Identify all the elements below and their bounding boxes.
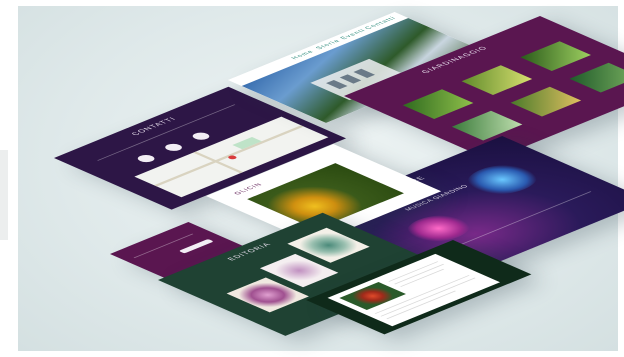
plant-photo-1: [402, 89, 474, 119]
isometric-scene: CONTATTI Home Storia Eventi Contatti GIA…: [0, 0, 624, 357]
instagram-icon[interactable]: [161, 142, 186, 153]
mini-panel-button[interactable]: [178, 238, 214, 254]
tripadvisor-icon[interactable]: [189, 131, 213, 142]
map-pin-icon: [226, 154, 239, 160]
contatti-title: CONTATTI: [130, 116, 179, 137]
plant-photo-3: [520, 41, 591, 71]
article-photo: [339, 282, 406, 311]
flower-art-2: [453, 158, 552, 201]
facebook-icon[interactable]: [134, 153, 158, 164]
plant-photo-6: [569, 62, 624, 93]
plant-photo-4: [451, 110, 523, 141]
plant-photo-5: [510, 86, 582, 117]
plant-photo-2: [461, 65, 533, 95]
